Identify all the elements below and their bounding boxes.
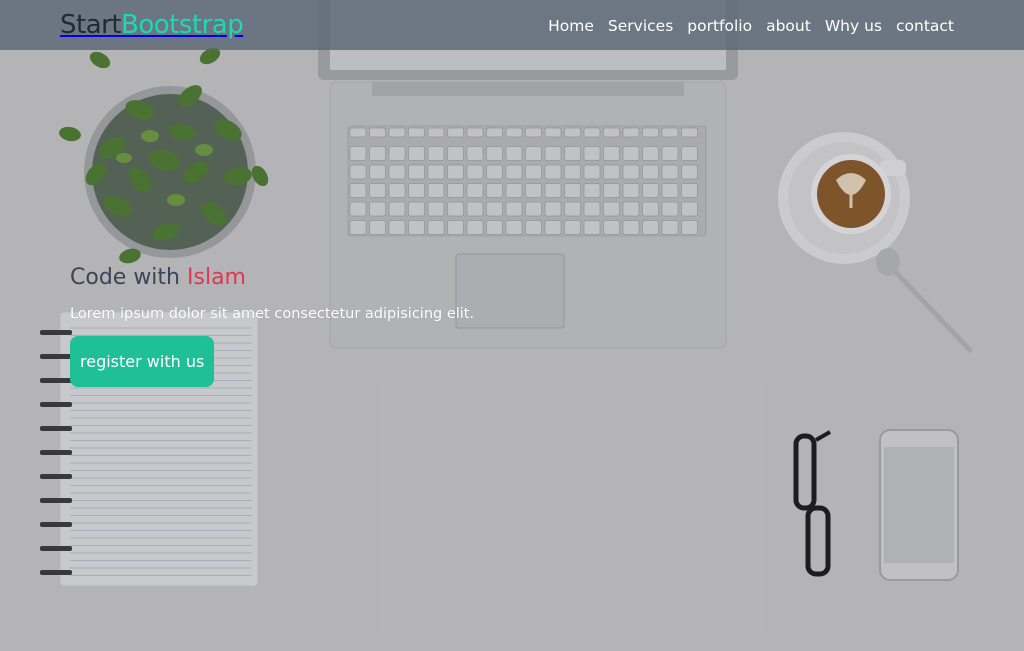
register-button[interactable]: register with us (70, 336, 215, 387)
brand-logo[interactable]: StartBootstrap (60, 10, 244, 40)
nav-link-contact[interactable]: contact (896, 17, 954, 35)
hero-section: Code with Islam Lorem ipsum dolor sit am… (70, 265, 474, 387)
brand-part-start: Start (60, 10, 122, 40)
phone-image (879, 429, 959, 581)
brand-part-bootstrap: Bootstrap (121, 10, 244, 40)
top-navbar: StartBootstrap Home Services portfolio a… (0, 0, 1024, 50)
hero-description: Lorem ipsum dolor sit amet consectetur a… (70, 306, 475, 322)
nav-link-why-us[interactable]: Why us (825, 17, 882, 35)
nav-links: Home Services portfolio about Why us con… (548, 16, 954, 35)
nav-link-services[interactable]: Services (608, 17, 673, 35)
nav-link-about[interactable]: about (766, 17, 811, 35)
hero-title-accent: Islam (187, 265, 246, 290)
hero-title: Code with Islam (70, 265, 474, 290)
nav-link-home[interactable]: Home (548, 17, 594, 35)
nav-link-portfolio[interactable]: portfolio (687, 17, 752, 35)
hero-title-prefix: Code with (70, 265, 180, 290)
